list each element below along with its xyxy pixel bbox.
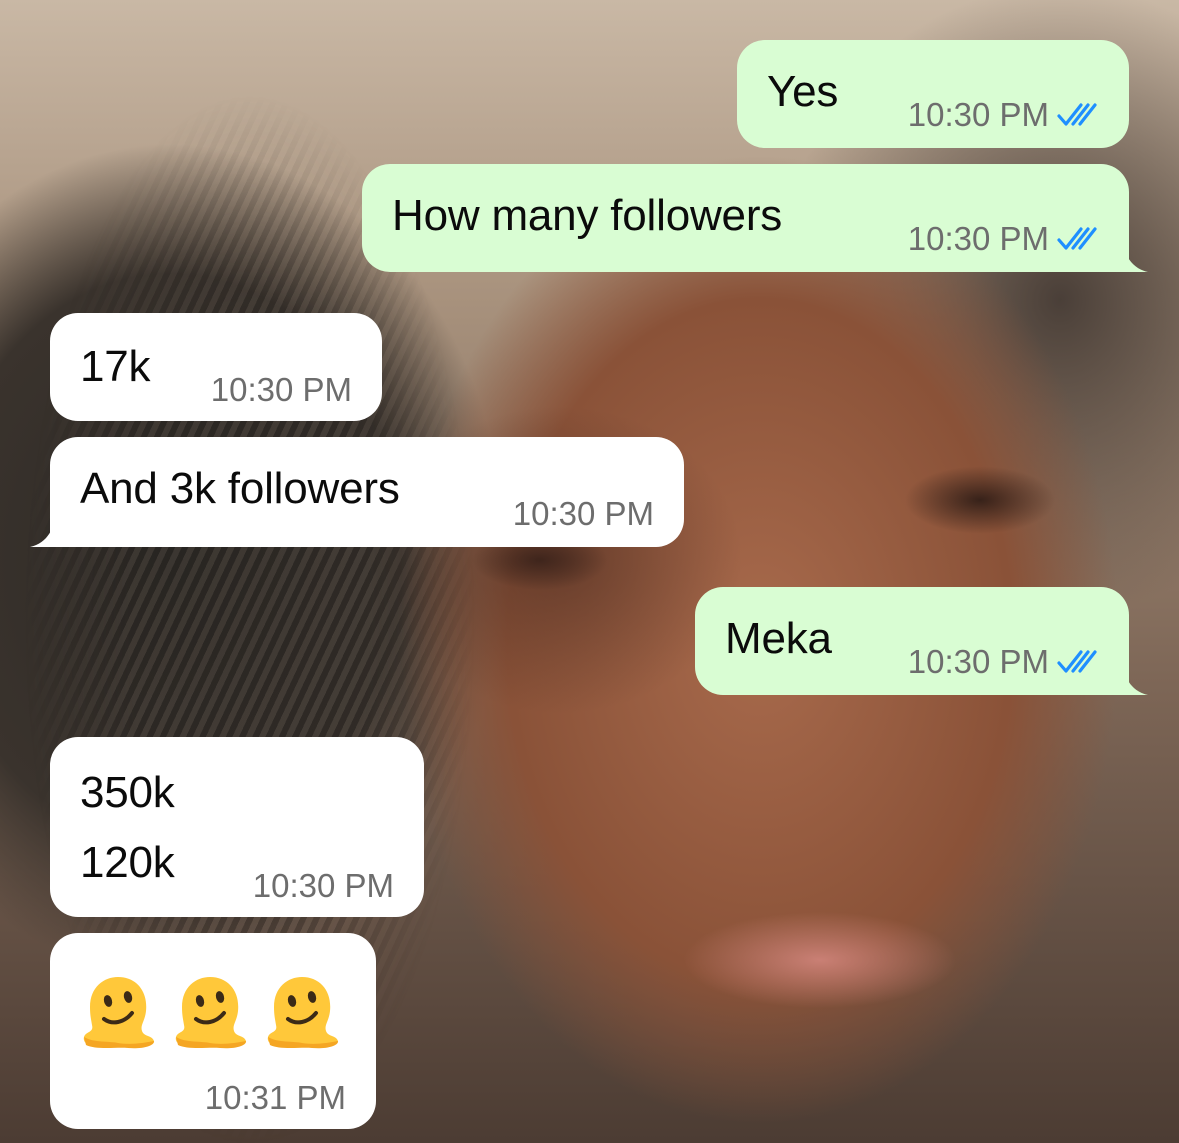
message-time: 10:30 PM [907, 643, 1049, 680]
bubble-tail-outgoing [1108, 655, 1148, 695]
message-bubble-incoming[interactable]: 350k 120k 10:30 PM [50, 737, 424, 917]
bubble-tail-incoming [30, 507, 70, 547]
double-check-read-icon [1057, 650, 1097, 673]
message-bubble-incoming[interactable]: 10:31 PM [50, 933, 376, 1129]
message-meta: 10:30 PM [908, 643, 1103, 681]
double-check-read-icon [1057, 227, 1097, 250]
message-bubble-incoming[interactable]: 17k 10:30 PM [50, 313, 382, 421]
message-bubble-outgoing[interactable]: How many followers 10:30 PM [362, 164, 1129, 272]
emoji-row [80, 973, 340, 1049]
message-time: 10:30 PM [252, 867, 394, 904]
double-check-read-icon [1057, 103, 1097, 126]
message-text: Meka [725, 614, 832, 663]
message-time: 10:31 PM [204, 1079, 346, 1116]
message-text-line: 120k [80, 838, 175, 887]
message-text-line: 350k [80, 768, 175, 817]
melting-face-emoji [175, 977, 247, 1049]
melting-face-emoji [267, 977, 339, 1049]
message-bubble-outgoing[interactable]: Yes 10:30 PM [737, 40, 1129, 148]
bubble-tail-outgoing [1108, 232, 1148, 272]
message-time: 10:30 PM [907, 96, 1049, 133]
message-time: 10:30 PM [210, 371, 352, 408]
message-text: And 3k followers [80, 464, 400, 513]
message-text: Yes [767, 67, 839, 116]
message-bubble-incoming[interactable]: And 3k followers 10:30 PM [50, 437, 684, 547]
message-time: 10:30 PM [512, 495, 654, 532]
message-text: How many followers [392, 191, 783, 240]
message-meta: 10:30 PM [908, 96, 1103, 134]
melting-face-emoji [83, 977, 155, 1049]
message-text: 17k [80, 342, 151, 391]
message-bubble-outgoing[interactable]: Meka 10:30 PM [695, 587, 1129, 695]
message-time: 10:30 PM [907, 220, 1049, 257]
message-meta: 10:30 PM [908, 220, 1103, 258]
